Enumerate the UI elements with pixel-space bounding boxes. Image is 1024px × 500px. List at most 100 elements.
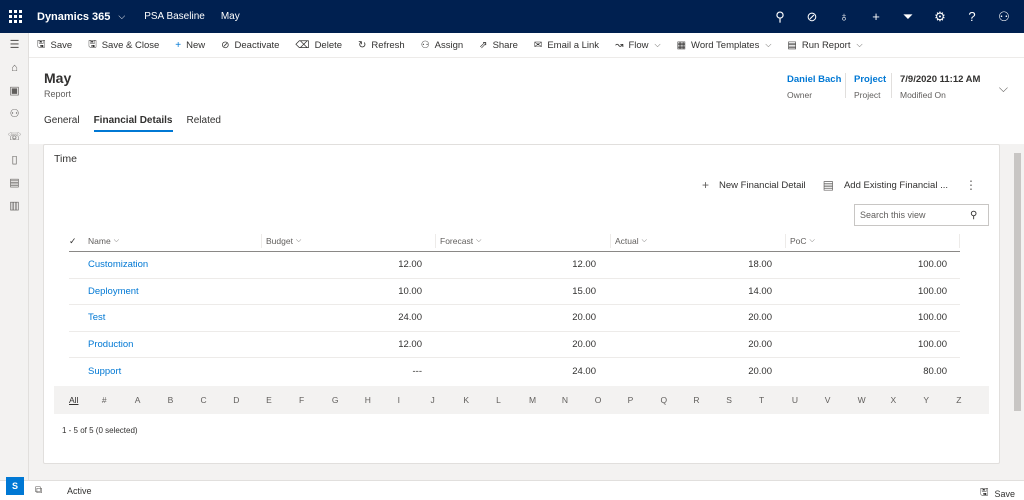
jump-letter[interactable]: I <box>398 395 431 405</box>
deactivate-button[interactable]: ⊘ Deactivate <box>221 40 279 51</box>
jump-letter[interactable]: C <box>200 395 233 405</box>
plus-icon[interactable]: + <box>860 0 892 33</box>
lightbulb-icon[interactable]: ♁ <box>828 0 860 33</box>
hamburger-icon[interactable]: ☰ <box>0 33 29 56</box>
gear-icon[interactable]: ⚙ <box>924 0 956 33</box>
contacts-icon[interactable]: ⚇ <box>0 102 29 125</box>
jump-letter[interactable]: N <box>562 395 595 405</box>
new-button[interactable]: + New <box>175 40 205 51</box>
jump-letter[interactable]: E <box>266 395 299 405</box>
tab-related[interactable]: Related <box>187 115 221 132</box>
jump-letter[interactable]: J <box>430 395 463 405</box>
jump-letter-all[interactable]: All <box>69 395 102 405</box>
delete-button[interactable]: ⌫ Delete <box>295 40 342 51</box>
save-button[interactable]: 🖫 Save <box>37 37 72 54</box>
jump-letter[interactable]: P <box>628 395 661 405</box>
jump-letter[interactable]: H <box>365 395 398 405</box>
jump-letter[interactable]: V <box>825 395 858 405</box>
owner-value[interactable]: Daniel Bach <box>787 74 841 85</box>
row-name-link[interactable]: Test <box>88 312 262 323</box>
scrollbar-thumb[interactable] <box>1014 153 1021 411</box>
more-commands-icon[interactable]: ⋮ <box>965 178 977 192</box>
open-in-window-icon[interactable]: ⧉ <box>35 485 42 496</box>
jump-letter[interactable]: # <box>102 395 135 405</box>
share-button[interactable]: ⇗ Share <box>479 40 518 51</box>
refresh-button[interactable]: ↻ Refresh <box>358 40 405 51</box>
activities-icon[interactable]: ☏ <box>0 125 29 148</box>
column-header-actual[interactable]: Actual ⌵ <box>611 234 786 248</box>
table-row[interactable]: Support --- 24.00 20.00 80.00 <box>69 358 960 385</box>
table-row[interactable]: Customization 12.00 12.00 18.00 100.00 <box>69 252 960 279</box>
column-header-forecast[interactable]: Forecast ⌵ <box>436 234 611 248</box>
jump-letter[interactable]: Z <box>956 395 989 405</box>
refresh-icon: ↻ <box>358 39 367 51</box>
chevron-down-icon: ⌵ <box>641 237 647 244</box>
tab-financial-details[interactable]: Financial Details <box>93 115 173 132</box>
chevron-down-icon[interactable]: ⌵ <box>999 81 1008 96</box>
row-name-link[interactable]: Support <box>88 366 262 377</box>
jump-letter[interactable]: F <box>299 395 332 405</box>
select-all-checkbox[interactable]: ✓ <box>69 236 88 247</box>
table-row[interactable]: Production 12.00 20.00 20.00 100.00 <box>69 332 960 359</box>
breadcrumb-app[interactable]: PSA Baseline <box>144 11 205 22</box>
project-value[interactable]: Project <box>854 74 886 85</box>
jump-letter[interactable]: W <box>858 395 891 405</box>
tab-general[interactable]: General <box>44 115 80 132</box>
jump-letter[interactable]: O <box>595 395 628 405</box>
help-icon[interactable]: ? <box>956 0 988 33</box>
run-report-button[interactable]: ▤ Run Report ⌵ <box>787 40 862 51</box>
documents-icon[interactable]: ▤ <box>0 171 29 194</box>
jump-letter[interactable]: A <box>135 395 168 405</box>
jump-letter[interactable]: T <box>759 395 792 405</box>
flow-button[interactable]: ↝ Flow ⌵ <box>615 40 661 51</box>
row-name-link[interactable]: Deployment <box>88 286 262 297</box>
new-financial-detail-button[interactable]: + New Financial Detail <box>702 178 806 192</box>
home-icon[interactable]: ⌂ <box>0 56 29 79</box>
modified-field: 7/9/2020 11:12 AM Modified On <box>900 74 980 100</box>
jump-letter[interactable]: X <box>890 395 923 405</box>
save-close-button[interactable]: 🖫 Save & Close <box>88 37 159 54</box>
task-flow-icon[interactable]: ⊘ <box>796 0 828 33</box>
jump-letter[interactable]: L <box>496 395 529 405</box>
jump-letter[interactable]: S <box>726 395 759 405</box>
assign-button[interactable]: ⚇ Assign <box>421 40 463 51</box>
table-row[interactable]: Deployment 10.00 15.00 14.00 100.00 <box>69 279 960 306</box>
recent-icon[interactable]: ▣ <box>0 79 29 102</box>
section-title: Time <box>54 153 77 165</box>
jump-letter[interactable]: K <box>463 395 496 405</box>
chevron-down-icon: ⌵ <box>295 237 302 244</box>
jump-letter[interactable]: U <box>792 395 825 405</box>
column-header-poc[interactable]: PoC ⌵ <box>786 234 960 248</box>
word-templates-button[interactable]: ▦ Word Templates ⌵ <box>677 40 772 51</box>
jump-letter[interactable]: R <box>693 395 726 405</box>
jump-letter[interactable]: Y <box>923 395 956 405</box>
table-row[interactable]: Test 24.00 20.00 20.00 100.00 <box>69 305 960 332</box>
add-existing-button[interactable]: ▤ Add Existing Financial ... <box>823 178 948 192</box>
footer-save-button[interactable]: 🖫 Save <box>980 485 1015 500</box>
vertical-scrollbar[interactable] <box>1013 144 1022 479</box>
reports-icon[interactable]: ▥ <box>0 194 29 217</box>
column-header-budget[interactable]: Budget ⌵ <box>262 234 436 248</box>
search-icon[interactable]: ⚲ <box>970 210 977 221</box>
jump-letter[interactable]: G <box>332 395 365 405</box>
jump-letter[interactable]: D <box>233 395 266 405</box>
app-name[interactable]: Dynamics 365 <box>37 11 110 23</box>
search-input[interactable] <box>860 210 968 220</box>
email-link-button[interactable]: ✉ Email a Link <box>534 40 599 51</box>
jump-letter[interactable]: Q <box>660 395 693 405</box>
trash-icon: ⌫ <box>295 39 310 51</box>
search-icon[interactable]: ⚲ <box>764 0 796 33</box>
row-name-link[interactable]: Production <box>88 339 262 350</box>
app-launcher-button[interactable] <box>0 0 30 33</box>
column-header-name[interactable]: Name ⌵ <box>88 234 262 248</box>
row-name-link[interactable]: Customization <box>88 259 262 270</box>
chevron-down-icon: ⌵ <box>809 237 815 244</box>
jump-letter[interactable]: B <box>168 395 201 405</box>
filter-icon[interactable]: ⏷ <box>892 0 924 33</box>
jump-letter[interactable]: M <box>529 395 562 405</box>
flow-icon: ↝ <box>615 39 624 51</box>
projects-icon[interactable]: ▯ <box>0 148 29 171</box>
avatar[interactable]: S <box>6 477 24 495</box>
chevron-down-icon[interactable]: ⌵ <box>118 11 125 22</box>
user-icon[interactable]: ⚇ <box>988 0 1020 33</box>
